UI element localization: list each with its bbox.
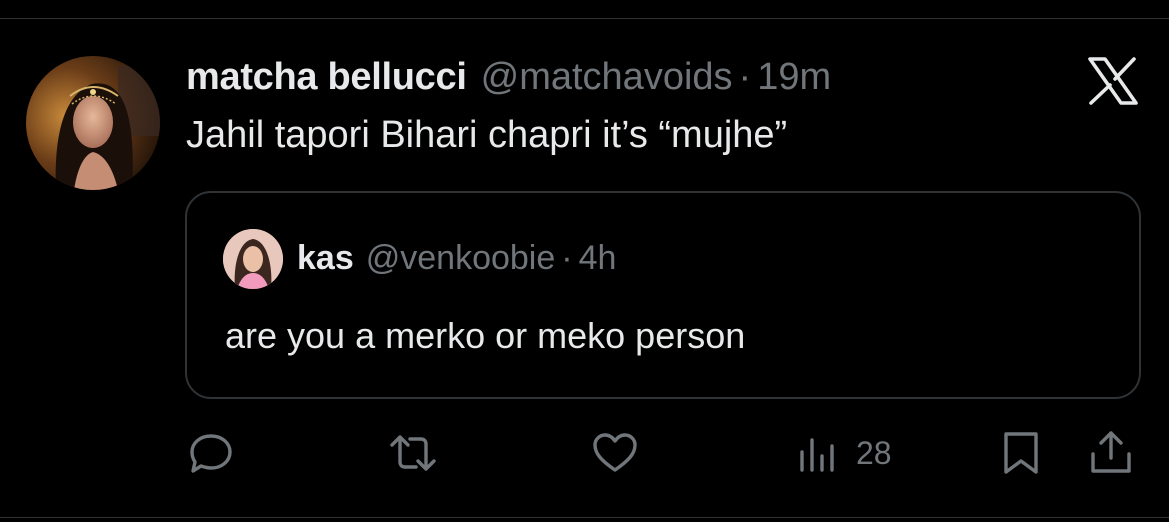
quoted-separator-dot: ·	[561, 239, 573, 277]
separator-dot: ·	[738, 56, 752, 98]
divider-bottom	[0, 517, 1169, 518]
quoted-avatar-image	[223, 229, 283, 289]
heart-icon[interactable]	[590, 428, 640, 478]
divider-top	[0, 18, 1169, 19]
retweet-icon[interactable]	[388, 428, 438, 478]
views-count: 28	[856, 435, 892, 471]
quoted-tweet-timestamp[interactable]: 4h	[579, 237, 617, 279]
tweet-timestamp[interactable]: 19m	[757, 54, 831, 100]
bookmark-icon[interactable]	[996, 428, 1046, 478]
avatar-image	[26, 56, 160, 190]
tweet-text: Jahil tapori Bihari chapri it’s “mujhe”	[186, 114, 788, 156]
quoted-tweet-header: kas @venkoobie · 4h	[297, 237, 616, 279]
author-avatar[interactable]	[26, 56, 160, 190]
quoted-author-avatar[interactable]	[223, 229, 283, 289]
reply-icon[interactable]	[186, 428, 236, 478]
author-display-name[interactable]: matcha bellucci	[186, 54, 467, 100]
author-handle[interactable]: @matchavoids	[481, 54, 733, 100]
quoted-author-handle[interactable]: @venkoobie	[366, 237, 556, 279]
bar-chart-icon[interactable]	[796, 428, 846, 478]
quoted-tweet-text: are you a merko or meko person	[225, 315, 746, 356]
x-logo-icon	[1086, 56, 1140, 106]
quoted-author-display-name[interactable]: kas	[297, 237, 354, 279]
tweet-screenshot: matcha bellucci @matchavoids · 19m Jahil…	[0, 0, 1169, 522]
tweet-header: matcha bellucci @matchavoids · 19m	[186, 54, 831, 100]
share-icon[interactable]	[1086, 428, 1136, 478]
quoted-tweet-card[interactable]: kas @venkoobie · 4h are you a merko or m…	[185, 191, 1141, 399]
